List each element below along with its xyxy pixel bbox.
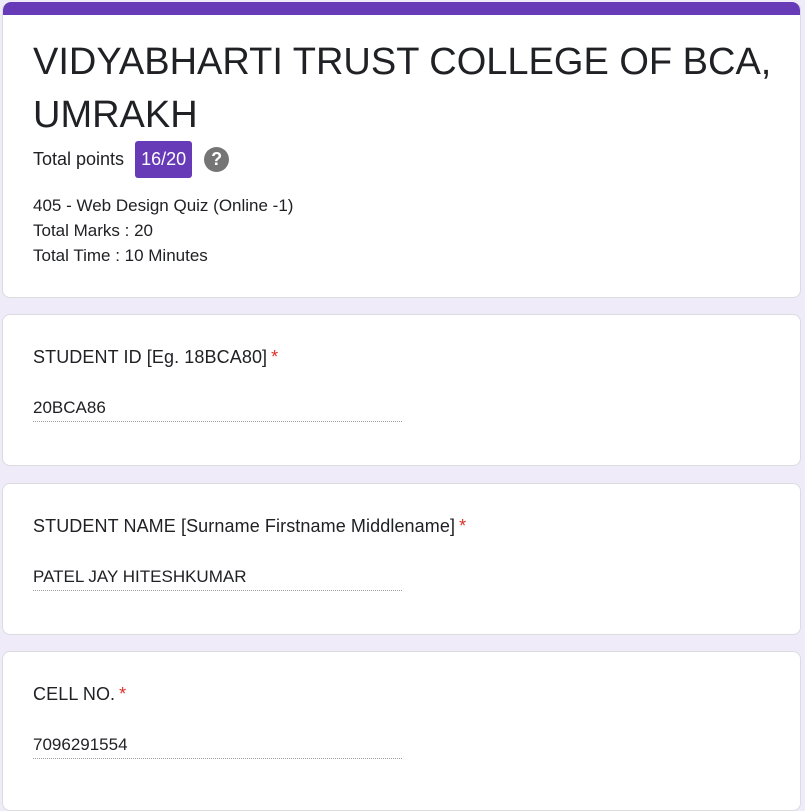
question-card-cell-no: CELL NO. * 7096291554 [2,651,801,811]
total-points-row: Total points 16/20 ? [33,140,230,178]
question-card-student-name: STUDENT NAME [Surname Firstname Middlena… [2,483,801,635]
form-description: 405 - Web Design Quiz (Online -1) Total … [33,193,293,268]
form-title: VIDYABHARTI TRUST COLLEGE OF BCA, UMRAKH [33,41,772,136]
question-label: STUDENT NAME [Surname Firstname Middlena… [33,516,467,536]
form-header-card: VIDYABHARTI TRUST COLLEGE OF BCA, UMRAKH… [2,2,801,298]
cell-no-answer: 7096291554 [33,732,402,759]
score-badge: 16/20 [135,140,193,178]
student-name-answer: PATEL JAY HITESHKUMAR [33,564,402,591]
required-asterisk: * [119,684,127,704]
question-card-student-id: STUDENT ID [Eg. 18BCA80] * 20BCA86 [2,314,801,466]
required-asterisk: * [271,347,279,367]
help-icon[interactable]: ? [204,146,230,172]
question-label: STUDENT ID [Eg. 18BCA80] * [33,347,279,367]
description-line-marks: Total Marks : 20 [33,221,153,240]
description-line-course: 405 - Web Design Quiz (Online -1) [33,196,294,215]
question-label: CELL NO. * [33,684,127,704]
total-points-label: Total points [33,148,125,169]
student-id-answer: 20BCA86 [33,395,402,422]
description-line-time: Total Time : 10 Minutes [33,246,208,265]
header-accent-bar [3,2,800,15]
required-asterisk: * [459,516,467,536]
